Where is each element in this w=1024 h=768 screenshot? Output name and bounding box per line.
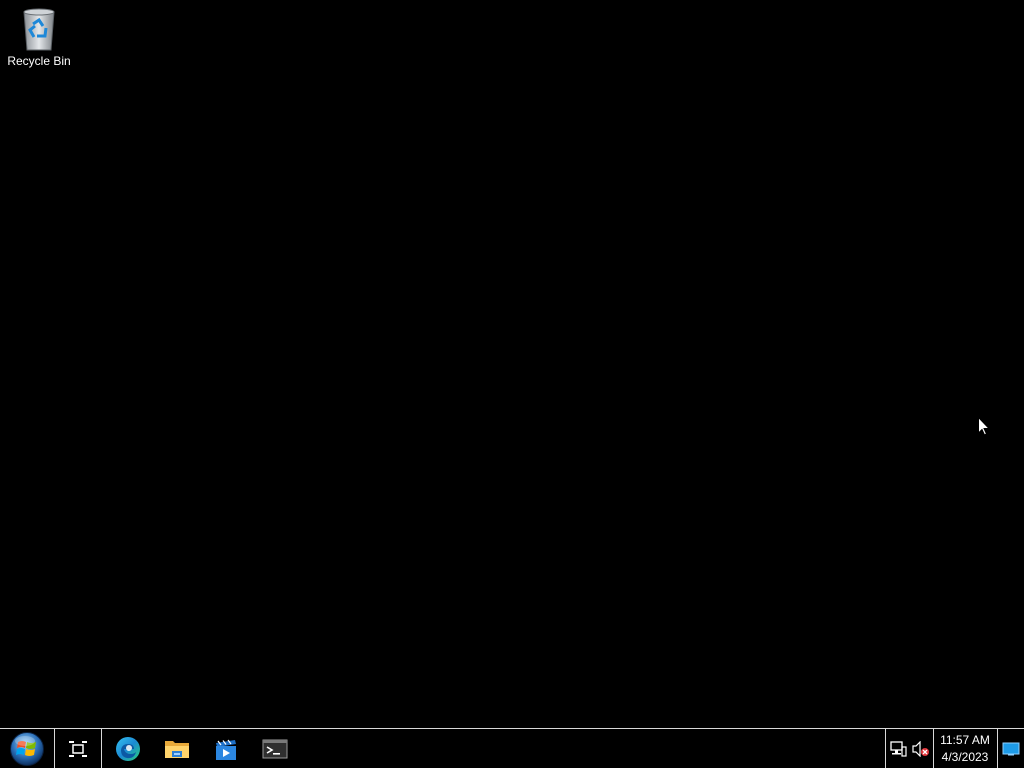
taskbar-clock[interactable]: 11:57 AM 4/3/2023 <box>934 729 996 768</box>
folder-icon <box>165 740 189 758</box>
taskbar-separator <box>54 729 55 768</box>
volume-muted-icon <box>912 740 929 757</box>
desktop-icon-label: Recycle Bin <box>7 54 71 68</box>
start-button[interactable] <box>0 729 54 768</box>
tray-network-button[interactable] <box>887 729 909 768</box>
taskbar-separator <box>885 729 886 768</box>
task-view-icon <box>69 740 87 757</box>
desktop[interactable]: Recycle Bin <box>0 0 1024 728</box>
desktop-icon-recycle-bin[interactable]: Recycle Bin <box>4 6 74 76</box>
taskbar-media-player-button[interactable] <box>202 729 250 768</box>
clock-date: 4/3/2023 <box>941 749 989 764</box>
terminal-icon <box>262 739 288 758</box>
taskbar: 11:57 AM 4/3/2023 <box>0 728 1024 768</box>
tray-volume-button[interactable] <box>910 729 932 768</box>
edge-icon <box>116 736 140 761</box>
recycle-bin-icon <box>23 8 55 51</box>
taskbar-file-explorer-button[interactable] <box>153 729 201 768</box>
task-view-button[interactable] <box>56 729 100 768</box>
mouse-cursor-icon <box>978 417 990 436</box>
show-desktop-button[interactable] <box>998 729 1024 768</box>
media-player-icon <box>216 739 236 760</box>
network-icon <box>890 740 907 757</box>
clock-time: 11:57 AM <box>940 732 990 747</box>
show-desktop-icon <box>1002 742 1020 755</box>
windows-start-orb-icon <box>10 731 44 766</box>
taskbar-separator <box>101 729 102 768</box>
taskbar-edge-button[interactable] <box>104 729 152 768</box>
taskbar-terminal-button[interactable] <box>251 729 299 768</box>
